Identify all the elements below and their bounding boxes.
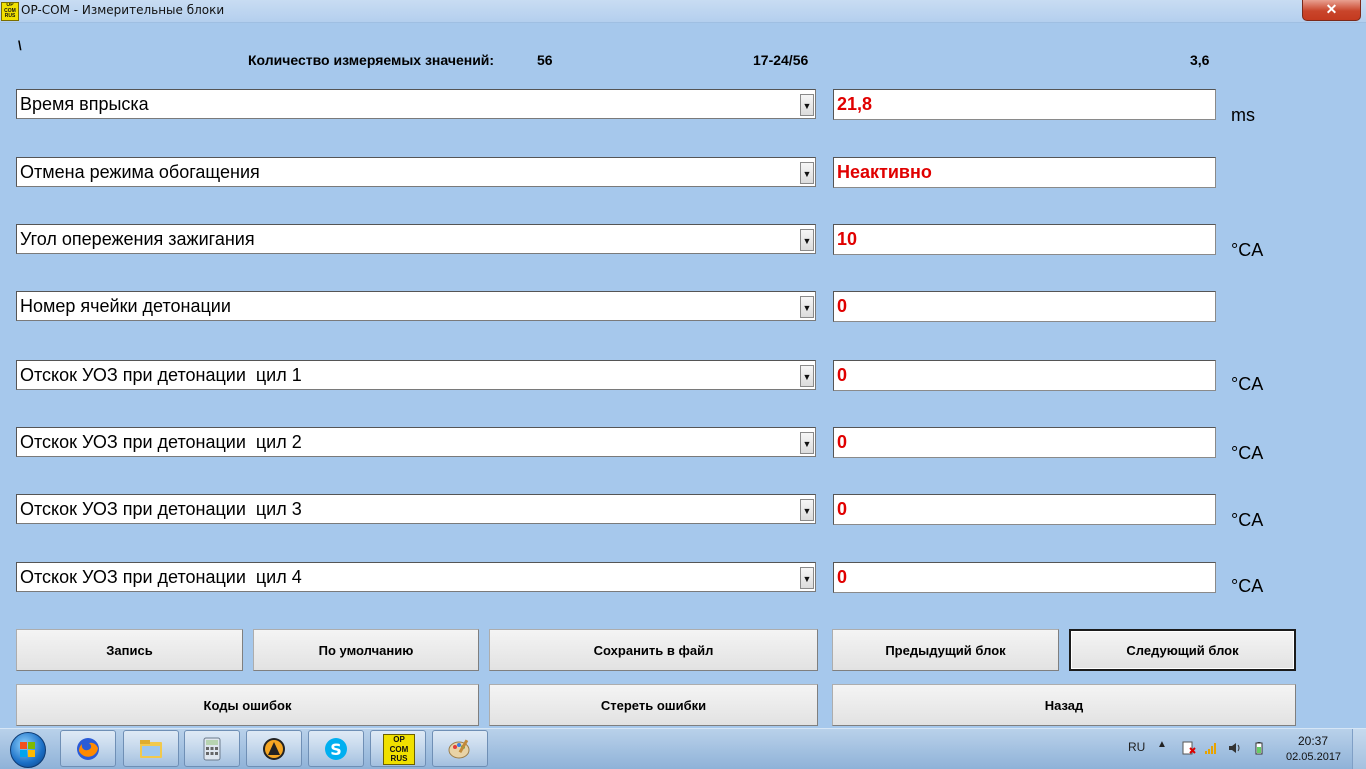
count-label: Количество измеряемых значений:	[248, 52, 495, 68]
chevron-down-icon[interactable]: ▼	[800, 499, 814, 521]
unit-label: °CA	[1231, 374, 1264, 394]
value-field-4: 0	[833, 291, 1216, 322]
taskbar-aimp[interactable]	[246, 730, 302, 767]
skype-icon: S	[325, 738, 347, 760]
parameter-select-3[interactable]: Угол опережения зажигания ▼	[16, 224, 816, 254]
unit-label: °CA	[1231, 510, 1264, 530]
icon-line-3: RUS	[4, 13, 16, 20]
value-text: 0	[837, 296, 848, 316]
value-text: 0	[837, 499, 848, 519]
taskbar: S OP COM RUS RU ▲ 20:37 02.05.2017	[0, 728, 1366, 769]
language-indicator[interactable]: RU	[1128, 740, 1145, 754]
taskbar-paint[interactable]	[432, 730, 488, 767]
show-desktop-button[interactable]	[1352, 729, 1366, 769]
parameter-label: Номер ячейки детонации	[20, 296, 231, 316]
parameter-label: Отмена режима обогащения	[20, 162, 260, 182]
chevron-down-icon[interactable]: ▼	[800, 94, 814, 116]
parameter-label: Отскок УОЗ при детонации цил 1	[20, 365, 302, 385]
close-icon: ✕	[1325, 1, 1338, 17]
unit-label: °CA	[1231, 443, 1264, 463]
value-text: 0	[837, 365, 848, 385]
previous-block-button[interactable]: Предыдущий блок	[832, 629, 1059, 671]
next-block-button[interactable]: Следующий блок	[1069, 629, 1296, 671]
chevron-down-icon[interactable]: ▼	[800, 162, 814, 184]
parameter-select-8[interactable]: Отскок УОЗ при детонации цил 4 ▼	[16, 562, 816, 592]
unit-label: °CA	[1231, 240, 1264, 260]
chevron-down-icon[interactable]: ▼	[800, 365, 814, 387]
firefox-icon	[77, 738, 99, 760]
show-hidden-icons-icon[interactable]: ▲	[1157, 739, 1167, 750]
value-field-5: 0	[833, 360, 1216, 391]
parameter-label: Отскок УОЗ при детонации цил 3	[20, 499, 302, 519]
value-text: 0	[837, 432, 848, 452]
parameter-select-7[interactable]: Отскок УОЗ при детонации цил 3 ▼	[16, 494, 816, 524]
parameter-label: Угол опережения зажигания	[20, 229, 255, 249]
parameter-label: Время впрыска	[20, 94, 149, 114]
opcom-app-icon: OP COM RUS	[1, 2, 19, 21]
file-explorer-icon	[140, 740, 162, 758]
aimp-icon	[263, 738, 285, 760]
parameter-select-6[interactable]: Отскок УОЗ при детонации цил 2 ▼	[16, 427, 816, 457]
path-indicator: \	[18, 38, 22, 53]
value-field-7: 0	[833, 494, 1216, 525]
clear-errors-button[interactable]: Стереть ошибки	[489, 684, 818, 726]
paint-icon	[448, 739, 470, 759]
taskbar-explorer[interactable]	[123, 730, 179, 767]
value-text: 0	[837, 567, 848, 587]
clock-date[interactable]: 02.05.2017	[1286, 751, 1341, 763]
parameter-select-2[interactable]: Отмена режима обогащения ▼	[16, 157, 816, 187]
chevron-down-icon[interactable]: ▼	[800, 432, 814, 454]
close-button[interactable]: ✕	[1302, 0, 1361, 21]
taskbar-skype[interactable]: S	[308, 730, 364, 767]
windows-logo-icon	[10, 732, 46, 768]
parameter-label: Отскок УОЗ при детонации цил 4	[20, 567, 302, 587]
opcom-line-3: RUS	[390, 754, 408, 763]
default-button[interactable]: По умолчанию	[253, 629, 479, 671]
block-range: 17-24/56	[753, 52, 809, 68]
error-codes-button[interactable]: Коды ошибок	[16, 684, 479, 726]
title-bar: OP COM RUS OP-COM - Измерительные блоки …	[0, 0, 1366, 23]
value-text: 21,8	[837, 94, 873, 114]
value-text: Неактивно	[837, 162, 932, 182]
chevron-down-icon[interactable]: ▼	[800, 296, 814, 318]
back-button[interactable]: Назад	[832, 684, 1296, 726]
opcom-line-2: COM	[389, 744, 409, 754]
window-title: OP-COM - Измерительные блоки	[21, 3, 225, 17]
parameter-select-5[interactable]: Отскок УОЗ при детонации цил 1 ▼	[16, 360, 816, 390]
taskbar-calculator[interactable]	[184, 730, 240, 767]
opcom-icon: OP COM RUS	[383, 734, 415, 765]
clock-time[interactable]: 20:37	[1298, 734, 1328, 748]
taskbar-firefox[interactable]	[60, 730, 116, 767]
value-text: 10	[837, 229, 858, 249]
network-signal-icon[interactable]	[1204, 741, 1218, 755]
value-field-8: 0	[833, 562, 1216, 593]
version-value: 3,6	[1190, 52, 1210, 68]
taskbar-opcom[interactable]: OP COM RUS	[370, 730, 426, 767]
unit-label: °CA	[1231, 576, 1264, 596]
value-field-6: 0	[833, 427, 1216, 458]
value-field-2: Неактивно	[833, 157, 1216, 188]
chevron-down-icon[interactable]: ▼	[800, 229, 814, 251]
value-field-1: 21,8	[833, 89, 1216, 120]
svg-text:S: S	[330, 740, 342, 759]
action-center-icon[interactable]	[1182, 741, 1196, 755]
parameter-select-1[interactable]: Время впрыска ▼	[16, 89, 816, 119]
calculator-icon	[203, 737, 221, 761]
chevron-down-icon[interactable]: ▼	[800, 567, 814, 589]
parameter-select-4[interactable]: Номер ячейки детонации ▼	[16, 291, 816, 321]
count-value: 56	[537, 52, 553, 68]
opcom-line-1: OP	[393, 735, 405, 744]
value-field-3: 10	[833, 224, 1216, 255]
volume-icon[interactable]	[1228, 741, 1242, 755]
record-button[interactable]: Запись	[16, 629, 243, 671]
save-to-file-button[interactable]: Сохранить в файл	[489, 629, 818, 671]
battery-icon[interactable]	[1252, 741, 1266, 755]
start-button[interactable]	[3, 731, 53, 768]
unit-label: ms	[1231, 105, 1255, 125]
parameter-label: Отскок УОЗ при детонации цил 2	[20, 432, 302, 452]
